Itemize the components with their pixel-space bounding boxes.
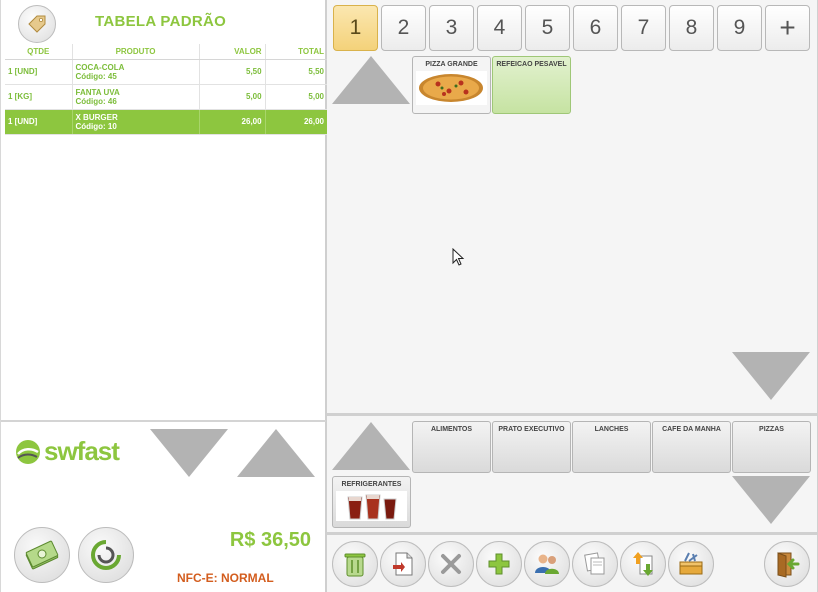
page-tab-8[interactable]: 8 [669,5,714,51]
add-icon [488,553,510,575]
column-header-product: PRODUTO [72,44,200,60]
product-tile[interactable]: PIZZA GRANDE [412,56,491,114]
row-total: 26,00 [265,109,327,135]
product-name: COCA-COLA [75,62,125,72]
category-tile[interactable]: LANCHES [572,421,651,473]
pizza-image [416,71,487,105]
scroll-up-button[interactable] [237,429,315,477]
catalog-panel: 1 2 3 4 5 6 7 8 9 + PIZZA GRANDE REFEICA… [327,0,818,592]
exit-button[interactable] [764,541,810,587]
toolbox-icon [679,552,703,575]
products-scroll-down-button[interactable] [732,352,810,400]
row-qty: 1 [UND] [5,109,73,135]
row-value: 5,00 [199,84,266,110]
swfast-logo: swfast [15,436,120,467]
row-total: 5,00 [265,84,327,110]
page-tab-7[interactable]: 7 [621,5,666,51]
logo-text: swfast [44,436,120,466]
copy-button[interactable] [572,541,618,587]
category-label: LANCHES [594,426,629,433]
copy-pages-icon [584,552,605,575]
column-header-total: TOTAL [265,44,327,60]
product-name: X BURGER [75,112,118,122]
column-header-value: VALOR [199,44,266,60]
category-tile[interactable]: REFRIGERANTES [332,476,411,528]
row-qty: 1 [KG] [5,84,73,110]
table-row[interactable]: 1 [UND] COCA-COLA Código: 45 5,50 5,50 [5,59,327,85]
page-tab-2[interactable]: 2 [381,5,426,51]
order-items-table: QTDE PRODUTO VALOR TOTAL 1 [UND] COCA-CO… [5,44,327,135]
row-value: 5,50 [199,59,266,85]
tools-button[interactable] [668,541,714,587]
category-tile[interactable]: PIZZAS [732,421,811,473]
price-tag-icon [28,15,46,33]
row-product: COCA-COLA Código: 45 [72,59,200,85]
page-tabs: 1 2 3 4 5 6 7 8 9 + [333,5,810,51]
row-total: 5,50 [265,59,327,85]
product-tile-label: PIZZA GRANDE [425,61,478,68]
row-qty: 1 [UND] [5,59,73,85]
nfce-status: NFC-E: NORMAL [177,571,274,585]
cancel-button[interactable] [428,541,474,587]
cancel-cross-icon [441,554,461,574]
category-label: PRATO EXECUTIVO [498,426,565,433]
table-header-row: QTDE PRODUTO VALOR TOTAL [5,44,327,60]
divider [1,420,326,422]
scroll-down-button[interactable] [150,429,228,477]
product-grid: PIZZA GRANDE REFEICAO PESAVEL [327,54,817,414]
money-icon [25,540,59,570]
row-value: 26,00 [199,109,266,135]
category-label: REFRIGERANTES [341,481,402,488]
add-item-button[interactable] [476,541,522,587]
delete-button[interactable] [332,541,378,587]
product-tile[interactable]: REFEICAO PESAVEL [492,56,571,114]
drinks-image [336,491,407,521]
order-panel: TABELA PADRÃO QTDE PRODUTO VALOR TOTAL 1… [0,0,327,592]
category-tile[interactable]: CAFE DA MANHA [652,421,731,473]
document-icon [393,552,413,576]
row-product: X BURGER Código: 10 [72,109,200,135]
row-product: FANTA UVA Código: 46 [72,84,200,110]
refresh-icon [91,540,121,570]
page-tab-4[interactable]: 4 [477,5,522,51]
table-row[interactable]: 1 [KG] FANTA UVA Código: 46 5,00 5,00 [5,84,327,110]
product-code: Código: 10 [75,121,117,131]
order-total: R$ 36,50 [229,529,311,551]
product-code: Código: 46 [75,96,117,106]
transfer-button[interactable] [620,541,666,587]
page-tab-9[interactable]: 9 [717,5,762,51]
product-tile-label: REFEICAO PESAVEL [496,61,567,68]
add-page-button[interactable]: + [765,5,810,51]
category-label: CAFE DA MANHA [662,426,721,433]
customers-button[interactable] [524,541,570,587]
category-label: ALIMENTOS [430,426,473,433]
table-row-selected[interactable]: 1 [UND] X BURGER Código: 10 26,00 26,00 [5,109,327,135]
payment-button[interactable] [14,527,70,583]
column-header-qty: QTDE [5,44,73,60]
category-grid: ALIMENTOS PRATO EXECUTIVO LANCHES CAFE D… [327,416,818,532]
product-name: FANTA UVA [75,87,120,97]
mouse-cursor-icon [452,248,465,266]
page-tab-6[interactable]: 6 [573,5,618,51]
page-tab-1[interactable]: 1 [333,5,378,51]
categories-scroll-down-button[interactable] [732,476,810,524]
exit-door-icon [777,552,800,578]
price-table-button[interactable] [18,5,56,43]
category-tile[interactable]: PRATO EXECUTIVO [492,421,571,473]
page-tab-3[interactable]: 3 [429,5,474,51]
transfer-icon [633,552,653,576]
trash-icon [344,553,366,577]
page-title: TABELA PADRÃO [95,13,227,30]
categories-scroll-up-button[interactable] [332,422,410,470]
swfast-logo-icon [16,439,40,464]
category-label: PIZZAS [759,426,784,433]
products-scroll-up-button[interactable] [332,56,410,104]
page-tab-5[interactable]: 5 [525,5,570,51]
refresh-button[interactable] [78,527,134,583]
action-toolbar [327,535,818,592]
category-tile[interactable]: ALIMENTOS [412,421,491,473]
customers-icon [535,554,559,574]
product-code: Código: 45 [75,71,117,81]
document-button[interactable] [380,541,426,587]
